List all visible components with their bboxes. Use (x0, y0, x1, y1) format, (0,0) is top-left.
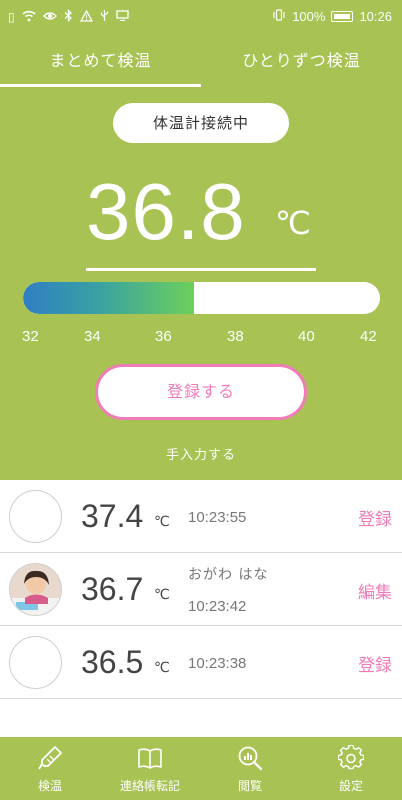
chart-search-icon (238, 746, 263, 771)
clock: 10:26 (359, 9, 392, 24)
record-time: 10:23:55 (188, 509, 247, 526)
screen-icon (115, 10, 129, 24)
warning-icon (79, 9, 93, 25)
nav-item-browse[interactable]: 閲覧 (200, 737, 300, 800)
records-list: 37.4 ℃ 10:23:55 登録 36.7 ℃ おがわ はな 10:23:4… (0, 480, 402, 699)
temperature-reading: 36.8 (86, 167, 246, 256)
record-unit: ℃ (154, 660, 170, 676)
list-item[interactable]: 36.7 ℃ おがわ はな 10:23:42 編集 (0, 553, 402, 626)
scale-tick: 42 (360, 328, 377, 345)
record-temperature: 36.5 (81, 644, 144, 680)
record-time: 10:23:42 (188, 598, 247, 615)
record-time: 10:23:38 (188, 655, 247, 672)
nav-label: 閲覧 (237, 779, 262, 793)
scale-tick: 36 (155, 328, 172, 345)
temperature-underline (86, 268, 316, 271)
avatar[interactable] (9, 490, 62, 543)
tab-individual-measure[interactable]: ひとりずつ検温 (201, 34, 402, 88)
measurement-panel: まとめて検温 ひとりずつ検温 体温計接続中 36.8 ℃ 32 34 36 38… (0, 34, 402, 480)
status-right: 100% 10:26 (272, 9, 392, 24)
sim-icon: ▯ (8, 10, 15, 24)
nav-item-measure[interactable]: 検温 (0, 737, 100, 800)
list-item[interactable]: 36.5 ℃ 10:23:38 登録 (0, 626, 402, 699)
avatar[interactable] (9, 563, 62, 616)
record-edit-button[interactable]: 編集 (358, 578, 392, 603)
nav-item-settings[interactable]: 設定 (300, 737, 402, 800)
scale-tick: 38 (227, 328, 244, 345)
temperature-gauge-fill (23, 282, 195, 314)
bottom-nav: 検温 連絡帳転記 閲覧 設定 (0, 737, 402, 800)
status-left-icons: ▯ (8, 8, 129, 25)
temperature-unit: ℃ (275, 204, 311, 242)
usb-icon (100, 9, 109, 25)
battery-icon (331, 11, 354, 22)
record-temperature: 36.7 (81, 571, 144, 607)
nav-label: 設定 (338, 779, 363, 793)
thermometer-icon (38, 746, 62, 770)
register-button[interactable]: 登録する (95, 364, 307, 420)
gear-icon (338, 745, 364, 770)
child-photo-icon (10, 564, 61, 615)
scale-tick: 40 (298, 328, 315, 345)
record-temperature: 37.4 (81, 498, 144, 534)
record-unit: ℃ (154, 514, 170, 530)
manual-input-link[interactable]: 手入力する (0, 444, 402, 463)
temperature-gauge (23, 282, 380, 314)
nav-item-notebook[interactable]: 連絡帳転記 (100, 737, 200, 800)
status-bar: ▯ 100% 10:26 (0, 0, 402, 34)
wifi-icon (22, 10, 36, 25)
record-register-button[interactable]: 登録 (358, 651, 392, 676)
tab-batch-measure[interactable]: まとめて検温 (0, 34, 201, 88)
record-unit: ℃ (154, 587, 170, 603)
connection-status-badge: 体温計接続中 (113, 103, 289, 143)
avatar[interactable] (9, 636, 62, 689)
scale-tick: 34 (84, 328, 101, 345)
book-icon (138, 748, 162, 769)
record-child-name: おがわ はな (188, 567, 269, 583)
record-register-button[interactable]: 登録 (358, 505, 392, 530)
list-item[interactable]: 37.4 ℃ 10:23:55 登録 (0, 480, 402, 553)
active-tab-indicator (0, 84, 201, 87)
nav-label: 検温 (37, 779, 62, 793)
vibrate-icon (272, 9, 286, 24)
battery-percent: 100% (292, 9, 326, 24)
bluetooth-icon (64, 8, 73, 25)
nav-label: 連絡帳転記 (119, 779, 180, 793)
scale-tick: 32 (22, 328, 39, 345)
eye-icon (42, 10, 57, 24)
